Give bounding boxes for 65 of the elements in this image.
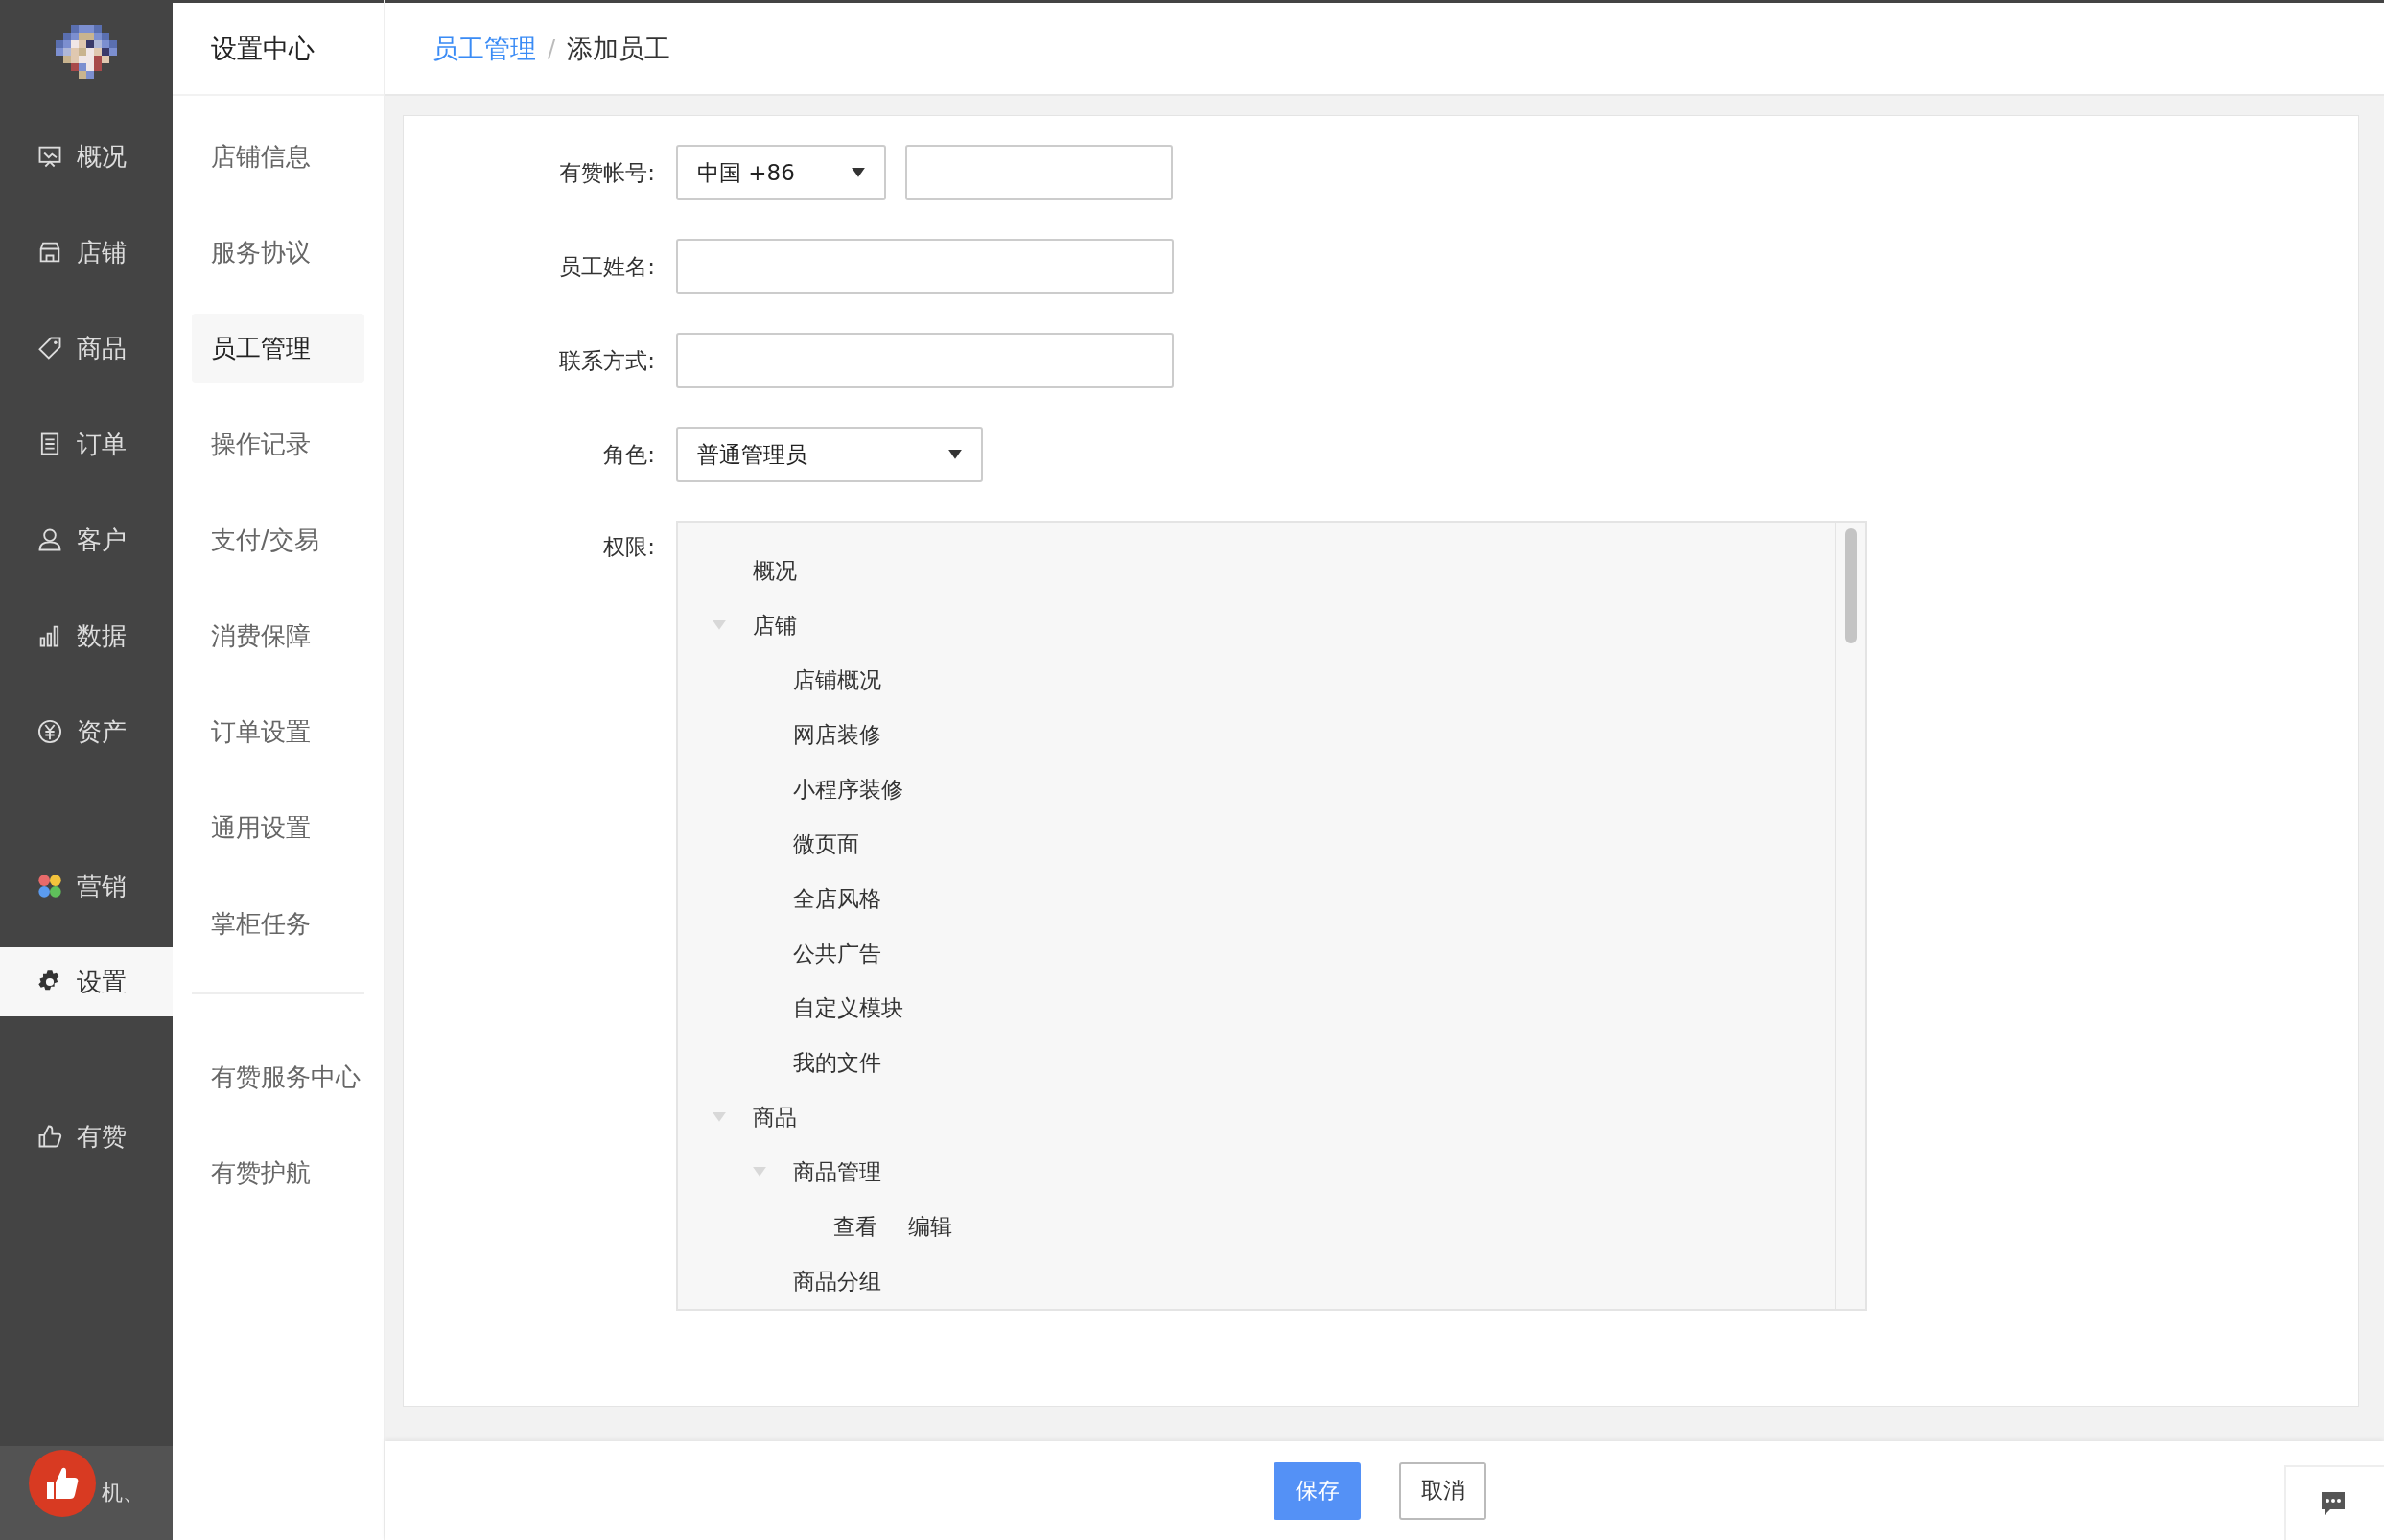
nav-item[interactable]: 有赞 bbox=[0, 1102, 173, 1171]
permission-item[interactable]: 商品管理 bbox=[793, 1157, 881, 1187]
sidebar-item[interactable]: 有赞服务中心 bbox=[192, 1042, 364, 1111]
permission-item[interactable]: 自定义模块 bbox=[793, 993, 903, 1023]
country-code-select[interactable]: 中国 +86 bbox=[676, 145, 886, 200]
nav-item[interactable]: 客户 bbox=[0, 505, 173, 574]
user-name[interactable]: 机、 bbox=[102, 1479, 144, 1507]
field-label: 角色: bbox=[602, 440, 656, 469]
permission-item[interactable]: 店铺概况 bbox=[793, 665, 881, 695]
input-field[interactable] bbox=[676, 239, 1174, 294]
field-label: 联系方式: bbox=[558, 346, 656, 375]
permission-option[interactable]: 编辑 bbox=[908, 1212, 952, 1242]
sidebar-item[interactable]: 订单设置 bbox=[192, 697, 364, 766]
permission-item[interactable]: 商品 bbox=[753, 1103, 797, 1132]
breadcrumb-separator: / bbox=[548, 35, 556, 62]
permission-item[interactable]: 商品分组 bbox=[793, 1267, 881, 1296]
sidebar-item[interactable]: 支付/交易 bbox=[192, 505, 364, 574]
nav-item[interactable]: 数据 bbox=[0, 601, 173, 670]
four-petal-icon bbox=[36, 873, 63, 899]
role-select[interactable]: 普通管理员 bbox=[676, 427, 983, 482]
field-label: 员工姓名: bbox=[558, 252, 656, 281]
permission-item[interactable]: 网店装修 bbox=[793, 720, 881, 750]
field-label: 权限: bbox=[602, 533, 656, 561]
expand-triangle-icon[interactable] bbox=[753, 1167, 766, 1178]
sidebar-title: 设置中心 bbox=[211, 32, 315, 65]
permission-option[interactable]: 查看 bbox=[833, 1212, 877, 1242]
nav-item[interactable]: 订单 bbox=[0, 409, 173, 478]
chat-bubble-icon[interactable] bbox=[2319, 1489, 2348, 1518]
sidebar-item[interactable]: 员工管理 bbox=[192, 314, 364, 383]
sidebar-item[interactable]: 消费保障 bbox=[192, 601, 364, 670]
permission-item[interactable]: 全店风格 bbox=[793, 884, 881, 914]
person-icon bbox=[36, 526, 63, 553]
permission-item[interactable]: 小程序装修 bbox=[793, 775, 903, 805]
thumbs-up-badge-icon[interactable] bbox=[29, 1450, 96, 1517]
thumbs-up-icon bbox=[36, 1123, 63, 1150]
input-field[interactable] bbox=[676, 333, 1174, 388]
permission-item[interactable]: 我的文件 bbox=[793, 1048, 881, 1078]
chat-widget[interactable] bbox=[2284, 1465, 2384, 1540]
expand-triangle-icon[interactable] bbox=[713, 620, 726, 631]
tag-icon bbox=[36, 335, 63, 362]
sidebar-item[interactable]: 服务协议 bbox=[192, 218, 364, 287]
permission-item[interactable]: 概况 bbox=[753, 556, 797, 586]
breadcrumb-current: 添加员工 bbox=[567, 32, 671, 65]
nav-item[interactable]: 概况 bbox=[0, 122, 173, 191]
sidebar-item[interactable]: 掌柜任务 bbox=[192, 889, 364, 958]
sidebar-item[interactable]: 有赞护航 bbox=[192, 1138, 364, 1207]
cancel-button[interactable]: 取消 bbox=[1399, 1461, 1486, 1520]
nav-item[interactable]: 店铺 bbox=[0, 218, 173, 287]
permission-item[interactable]: 店铺 bbox=[753, 611, 797, 641]
caret-icon bbox=[852, 167, 865, 178]
yen-coin-icon bbox=[36, 718, 63, 745]
nav-item[interactable]: 商品 bbox=[0, 314, 173, 383]
caret-icon bbox=[948, 449, 962, 460]
nav-item[interactable]: 营销 bbox=[0, 852, 173, 921]
sidebar-item[interactable]: 店铺信息 bbox=[192, 122, 364, 191]
nav-item[interactable]: 资产 bbox=[0, 697, 173, 766]
phone-input[interactable] bbox=[905, 145, 1173, 200]
permission-item[interactable]: 微页面 bbox=[793, 829, 859, 859]
scrollbar-thumb[interactable] bbox=[1845, 528, 1857, 643]
field-label: 有赞帐号: bbox=[558, 158, 656, 187]
nav-item[interactable]: 设置 bbox=[0, 947, 173, 1016]
sidebar-item[interactable]: 通用设置 bbox=[192, 793, 364, 862]
sidebar-item[interactable]: 操作记录 bbox=[192, 409, 364, 478]
permission-item[interactable]: 公共广告 bbox=[793, 939, 881, 968]
expand-triangle-icon[interactable] bbox=[713, 1112, 726, 1123]
